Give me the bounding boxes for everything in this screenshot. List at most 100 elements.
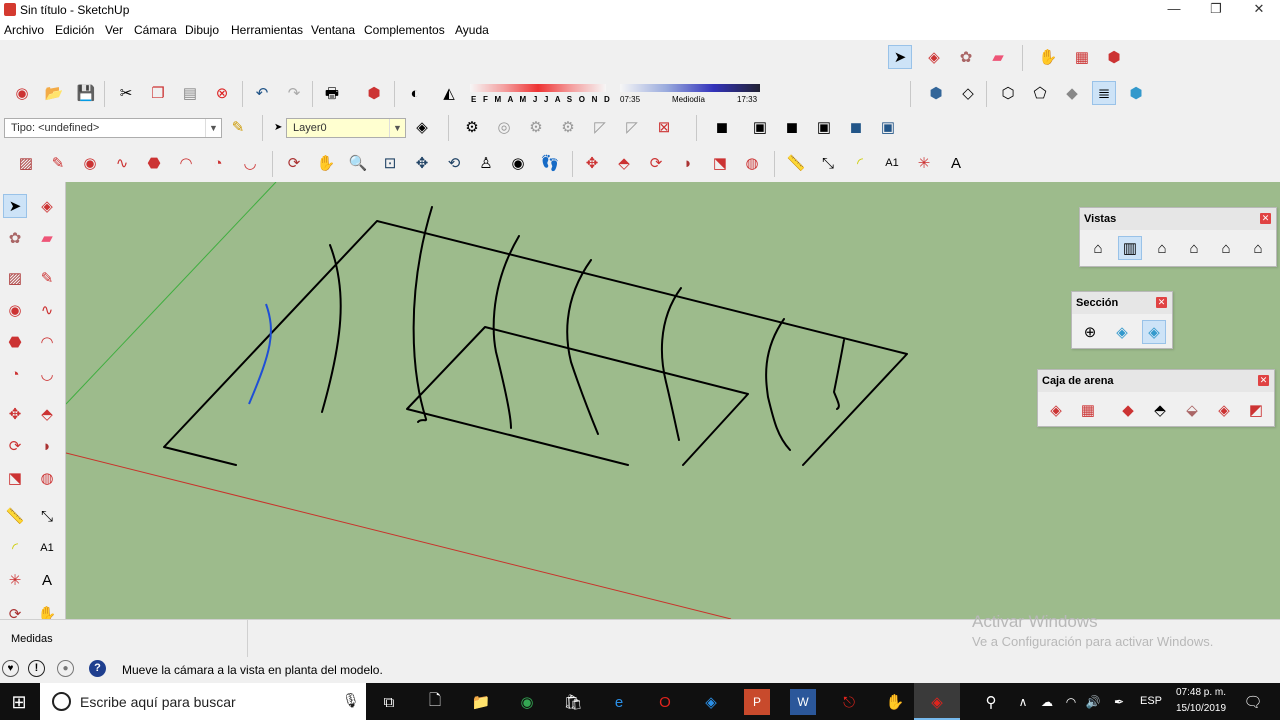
rectangle-icon[interactable]: ▨	[14, 151, 38, 175]
gimp-icon[interactable]: ✋	[882, 689, 908, 715]
left-protractor-icon[interactable]: ◜	[3, 536, 27, 560]
layer-dropdown[interactable]: Layer0 ▼	[286, 118, 406, 138]
preview-model-icon[interactable]: ⚙	[524, 115, 548, 139]
task-view-icon[interactable]: ⧉	[376, 689, 402, 715]
photo-texture-icon[interactable]: ◸	[620, 115, 644, 139]
print-icon[interactable]: 🖶	[320, 81, 344, 105]
solid-trim-icon[interactable]: ◼	[844, 115, 868, 139]
delete-icon[interactable]: ⊗	[210, 81, 234, 105]
shaded-textures-icon[interactable]: ⬢	[1124, 81, 1148, 105]
undo-icon[interactable]: ↶	[250, 81, 274, 105]
model-viewport[interactable]: Vistas ✕ ⌂ ▥ ⌂ ⌂ ⌂ ⌂ Sección ✕ ⊕ ◈ ◈ Caj…	[66, 182, 1280, 619]
zoom-icon[interactable]: 🔍	[346, 151, 370, 175]
microphone-icon[interactable]: 🎙	[342, 692, 360, 709]
axes-icon[interactable]: ✳	[912, 151, 936, 175]
shaded-icon[interactable]: ≣	[1092, 81, 1116, 105]
chevron-up-icon[interactable]: ∧	[1010, 689, 1036, 715]
protractor-icon[interactable]: ◜	[848, 151, 872, 175]
left-circle-icon[interactable]: ◉	[3, 298, 27, 322]
model-info-icon[interactable]: ⬢	[362, 81, 386, 105]
dimension-icon[interactable]: ⤡	[816, 151, 840, 175]
scale-icon[interactable]: ⬔	[708, 151, 732, 175]
geolocation-icon[interactable]: ♥	[2, 660, 19, 677]
pan-icon[interactable]: ✋	[314, 151, 338, 175]
shadow-month-slider[interactable]	[470, 84, 606, 92]
display-shadows-icon[interactable]: ◭	[437, 81, 461, 105]
add-location-icon[interactable]: ⚙	[460, 115, 484, 139]
notepad-icon[interactable]: 🗋	[422, 689, 448, 715]
windows-start-icon[interactable]: ⊞	[6, 689, 32, 715]
zoom-extents-icon[interactable]: ✥	[410, 151, 434, 175]
clock-date[interactable]: 15/10/2019	[1172, 703, 1230, 714]
word-icon[interactable]: W	[790, 689, 816, 715]
move-icon[interactable]: ✥	[580, 151, 604, 175]
left-dimension-icon[interactable]: ⤡	[35, 504, 59, 528]
smoove-icon[interactable]: ◆	[1116, 398, 1140, 422]
zoom-window-icon[interactable]: ⊡	[378, 151, 402, 175]
chrome-icon[interactable]: ◉	[514, 689, 540, 715]
menu-ayuda[interactable]: Ayuda	[455, 23, 489, 37]
acrobat-icon[interactable]: ⎋	[836, 689, 862, 715]
solid-split-icon[interactable]: ▣	[876, 115, 900, 139]
file-explorer-icon[interactable]: 📁	[468, 689, 494, 715]
drape-icon[interactable]: ⬙	[1180, 398, 1204, 422]
left-axes-icon[interactable]: ✳	[3, 568, 27, 592]
left-polygon-icon[interactable]: ⬣	[3, 330, 27, 354]
left-3d-text-icon[interactable]: A	[35, 568, 59, 592]
left-follow-me-icon[interactable]: ◗	[35, 434, 59, 458]
hidden-line-icon[interactable]: ◆	[1060, 81, 1084, 105]
shadow-settings-icon[interactable]: ◐	[403, 81, 427, 105]
close-icon[interactable]: ✕	[1156, 297, 1167, 308]
onedrive-icon[interactable]: ☁	[1034, 689, 1060, 715]
open-file-icon[interactable]: 📂	[42, 81, 66, 105]
circle-icon[interactable]: ◉	[78, 151, 102, 175]
menu-ventana[interactable]: Ventana	[311, 23, 355, 37]
orbit-icon[interactable]: ⟳	[282, 151, 306, 175]
extension-warehouse-icon[interactable]: ▦	[1070, 45, 1094, 69]
left-push-pull-icon[interactable]: ⬘	[35, 402, 59, 426]
close-icon[interactable]: ✕	[1237, 0, 1280, 20]
walk-icon[interactable]: 👣	[538, 151, 562, 175]
arc-icon[interactable]: ◠	[174, 151, 198, 175]
left-offset-icon[interactable]: ◍	[35, 466, 59, 490]
left-pie-icon[interactable]: ◔	[3, 362, 27, 386]
left-line-icon[interactable]: ✎	[35, 266, 59, 290]
view-back-house-icon[interactable]: ⌂	[1214, 236, 1238, 260]
menu-camara[interactable]: Cámara	[134, 23, 177, 37]
credits-icon[interactable]: !	[28, 660, 45, 677]
shadow-time-slider[interactable]	[620, 84, 760, 92]
store-icon[interactable]: 🛍	[560, 689, 586, 715]
menu-edicion[interactable]: Edición	[55, 23, 94, 37]
measurements-box[interactable]: Medidas	[0, 620, 248, 657]
look-around-icon[interactable]: ◉	[506, 151, 530, 175]
offset-icon[interactable]: ◍	[740, 151, 764, 175]
close-icon[interactable]: ✕	[1260, 213, 1271, 224]
share-model-icon[interactable]: ⬢	[1102, 45, 1126, 69]
left-rectangle-icon[interactable]: ▨	[3, 266, 27, 290]
left-two-point-arc-icon[interactable]: ◡	[35, 362, 59, 386]
sketchup-taskbar-button[interactable]: ◈	[914, 683, 960, 720]
solid-intersect-icon[interactable]: ▣	[748, 115, 772, 139]
powerpoint-icon[interactable]: P	[744, 689, 770, 715]
stamp-icon[interactable]: ⬘	[1148, 398, 1172, 422]
notification-icon[interactable]: 🗨	[1240, 689, 1266, 715]
restore-icon[interactable]: ❐	[1194, 0, 1238, 20]
left-eraser-icon[interactable]: ▰	[35, 226, 59, 250]
share-component-icon[interactable]: ◸	[588, 115, 612, 139]
xray-icon[interactable]: ⬡	[996, 81, 1020, 105]
view-top-house-icon[interactable]: ▥	[1118, 236, 1142, 260]
3d-text-icon[interactable]: A	[944, 151, 968, 175]
left-text-icon[interactable]: A1	[35, 536, 59, 560]
user-icon[interactable]: ●	[57, 660, 74, 677]
opera-icon[interactable]: O	[652, 689, 678, 715]
tape-measure-icon[interactable]: 📏	[784, 151, 808, 175]
paint-bucket-icon[interactable]: ✿	[954, 45, 978, 69]
push-pull-icon[interactable]: ⬘	[612, 151, 636, 175]
minimize-icon[interactable]: —	[1152, 0, 1196, 20]
sandbox-from-scratch-icon[interactable]: ▦	[1076, 398, 1100, 422]
toggle-terrain-icon[interactable]: ◎	[492, 115, 516, 139]
people-icon[interactable]: ⚲	[978, 689, 1004, 715]
make-component-icon[interactable]: ◈	[922, 45, 946, 69]
close-icon[interactable]: ✕	[1258, 375, 1269, 386]
display-section-planes-icon[interactable]: ◈	[1110, 320, 1134, 344]
